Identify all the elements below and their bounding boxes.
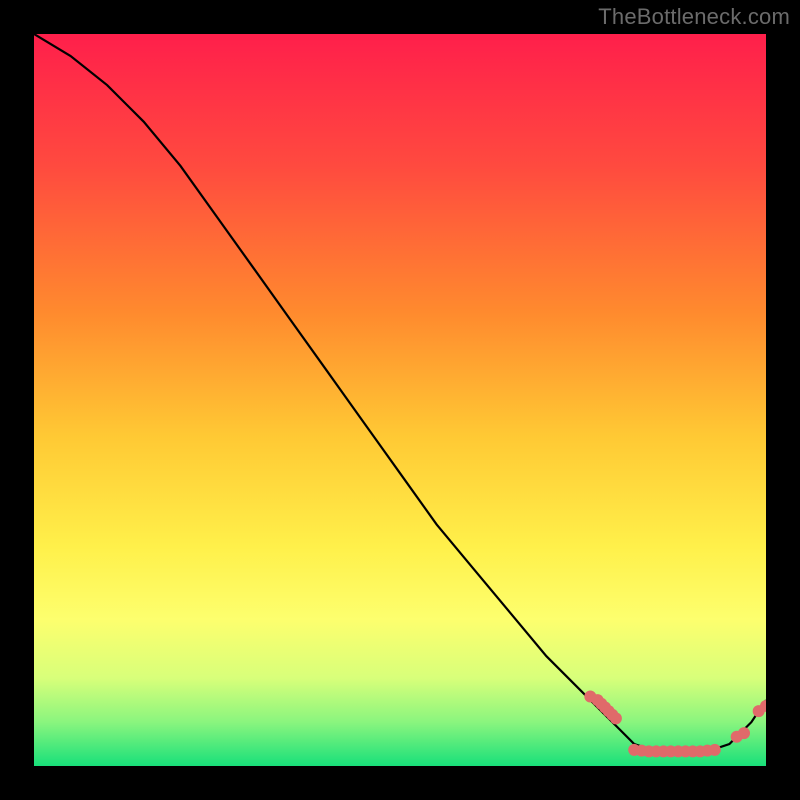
plot-area xyxy=(34,34,766,766)
gradient-background xyxy=(34,34,766,766)
data-point xyxy=(610,712,622,724)
data-point xyxy=(738,727,750,739)
chart-svg xyxy=(34,34,766,766)
data-point xyxy=(709,744,721,756)
watermark-text: TheBottleneck.com xyxy=(598,4,790,30)
chart-frame: TheBottleneck.com xyxy=(0,0,800,800)
